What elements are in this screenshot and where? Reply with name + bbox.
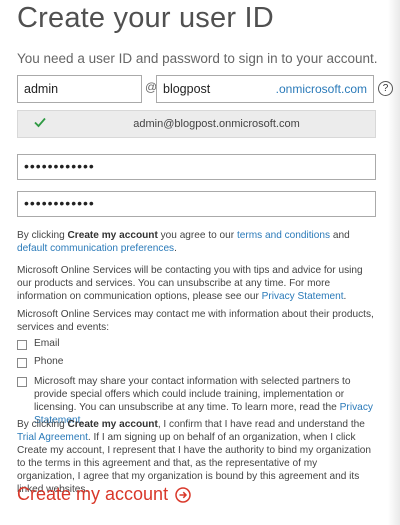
confirm-password-mask: •••••••••••• [24, 195, 95, 211]
terms-bold: Create my account [67, 230, 158, 241]
terms-and-conditions-link[interactable]: terms and conditions [237, 230, 330, 241]
create-account-label: Create my account [17, 484, 169, 504]
phone-label: Phone [34, 356, 64, 367]
domain-input[interactable]: blogpost .onmicrosoft.com [156, 75, 374, 103]
terms-and: and [330, 230, 350, 241]
page-title: Create your user ID [17, 2, 274, 34]
trial-agreement-link[interactable]: Trial Agreement [17, 432, 88, 443]
email-checkbox[interactable] [17, 340, 27, 350]
agreement-pre: By clicking [17, 419, 68, 430]
help-icon[interactable]: ? [378, 81, 393, 96]
create-account-button[interactable]: Create my account [17, 484, 191, 505]
contact-notice-paragraph: Microsoft Online Services will be contac… [17, 264, 377, 303]
privacy-statement-link[interactable]: Privacy Statement [262, 291, 344, 302]
confirmed-user-id: admin@blogpost.onmicrosoft.com [133, 118, 300, 130]
email-option[interactable]: Email [17, 338, 59, 350]
partner-share-body: Microsoft may share your contact informa… [34, 376, 351, 413]
phone-option[interactable]: Phone [17, 356, 63, 368]
right-edge-shadow [388, 0, 400, 525]
partner-share-checkbox[interactable] [17, 377, 27, 387]
agreement-bold: Create my account [67, 419, 158, 430]
terms-pre: By clicking [17, 230, 68, 241]
phone-checkbox[interactable] [17, 358, 27, 368]
domain-suffix: .onmicrosoft.com [275, 82, 367, 96]
page-subtitle: You need a user ID and password to sign … [17, 51, 378, 66]
terms-mid: you agree to our [157, 230, 237, 241]
password-input[interactable]: •••••••••••• [17, 154, 376, 180]
default-communication-preferences-link[interactable]: default communication preferences [17, 243, 174, 254]
username-value: admin [24, 82, 59, 96]
contact-notice-end: . [343, 291, 347, 302]
contact-options-intro: Microsoft Online Services may contact me… [17, 309, 374, 333]
agreement-mid: , I confirm that I have read and underst… [157, 419, 365, 430]
username-input[interactable]: admin [17, 75, 142, 103]
email-label: Email [34, 338, 60, 349]
user-id-confirmation: admin@blogpost.onmicrosoft.com [17, 110, 376, 138]
domain-value: blogpost [163, 82, 211, 96]
confirm-password-input[interactable]: •••••••••••• [17, 191, 376, 217]
terms-paragraph: By clicking Create my account you agree … [17, 229, 377, 255]
arrow-right-circle-icon [175, 486, 191, 503]
terms-end: . [174, 243, 177, 254]
password-mask: •••••••••••• [24, 158, 95, 174]
